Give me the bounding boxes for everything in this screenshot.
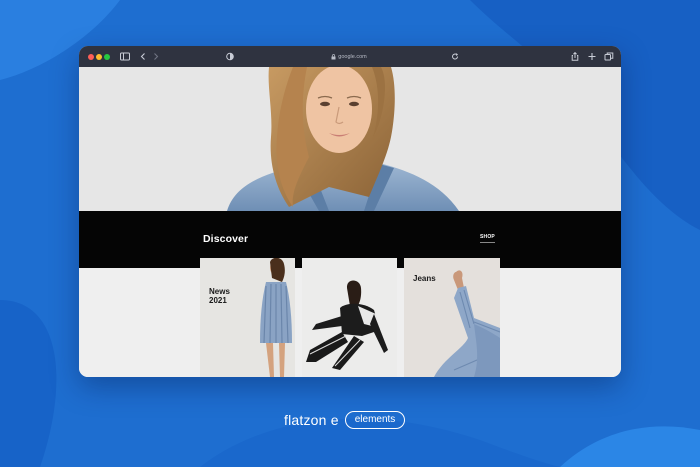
product-card-news[interactable]: News 2021 [200, 258, 295, 377]
url-text: google.com [338, 53, 367, 60]
brand-logo: flatzon e elements [284, 410, 406, 430]
reload-icon[interactable] [449, 50, 461, 63]
browser-titlebar: google.com [79, 46, 621, 67]
browser-window: google.com Discover SHOP News 2021 Jeans [79, 46, 621, 377]
forward-icon[interactable] [150, 50, 162, 63]
minimize-window-button[interactable] [96, 53, 102, 60]
card-model-photo [260, 258, 292, 377]
new-tab-icon[interactable] [586, 50, 598, 63]
sidebar-icon[interactable] [119, 50, 131, 63]
shop-link-underline [480, 242, 495, 243]
close-window-button[interactable] [88, 53, 94, 60]
privacy-shield-icon[interactable] [224, 50, 236, 63]
lock-icon [331, 53, 336, 59]
share-icon[interactable] [569, 50, 581, 63]
section-title: Discover [203, 233, 249, 245]
tab-overview-icon[interactable] [603, 50, 615, 63]
card-title: News 2021 [209, 287, 230, 305]
shop-link[interactable]: SHOP [480, 234, 495, 240]
hero-banner [79, 67, 621, 211]
hero-model-photo [79, 67, 621, 211]
brand-name: flatzon e [284, 412, 339, 428]
brand-badge: elements [344, 411, 406, 429]
card-model-photo [306, 280, 388, 370]
maximize-window-button[interactable] [104, 53, 110, 60]
address-bar[interactable]: google.com [319, 51, 379, 62]
back-icon[interactable] [137, 50, 149, 63]
product-card-tracksuit[interactable] [302, 258, 397, 377]
product-card-jeans[interactable]: Jeans [404, 258, 500, 377]
card-title: Jeans [413, 274, 436, 283]
